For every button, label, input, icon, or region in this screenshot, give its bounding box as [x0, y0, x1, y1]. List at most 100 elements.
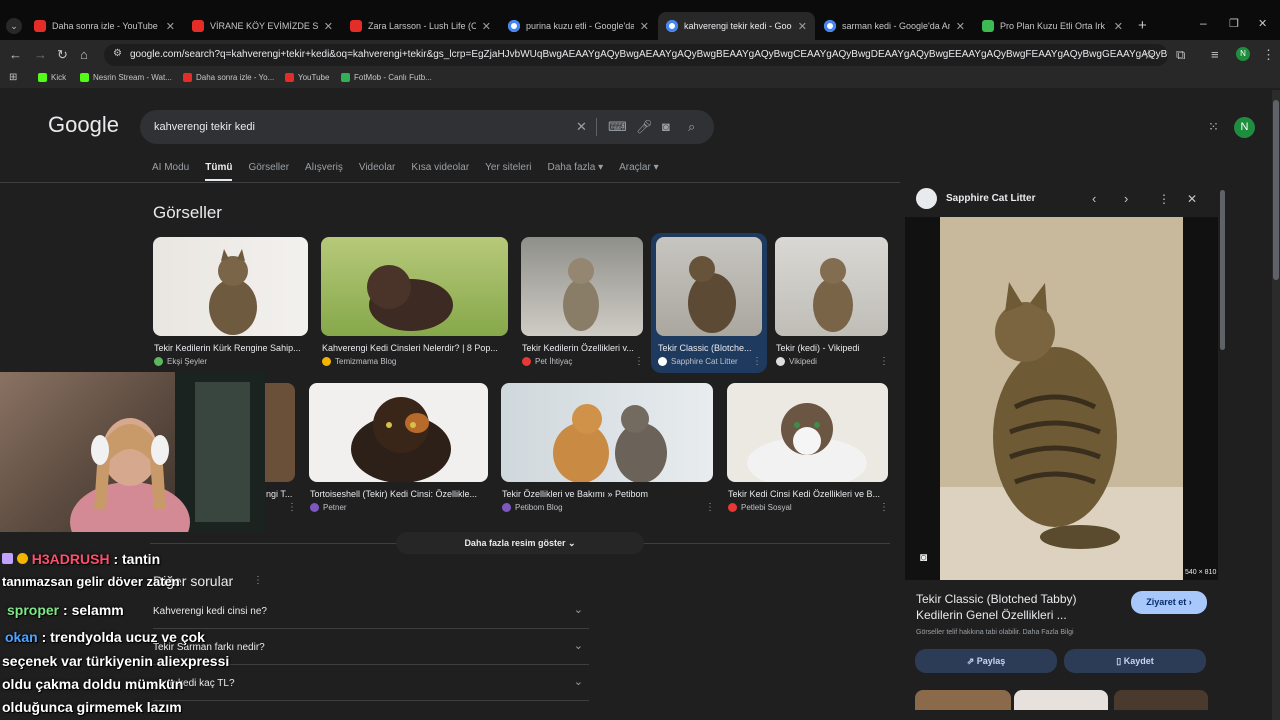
panel-scrollbar[interactable] [1220, 190, 1225, 350]
close-icon[interactable]: ✕ [798, 20, 807, 33]
bookmark-star-icon[interactable]: ☆ [1143, 47, 1155, 63]
close-icon[interactable]: ✕ [1187, 192, 1197, 206]
back-icon[interactable]: ← [9, 47, 22, 62]
save-button[interactable]: ▯ Kaydet [1064, 649, 1206, 673]
question-item[interactable]: ...vru kedi kaç TL? ⌄ [153, 666, 589, 701]
more-options-icon[interactable]: ⋮ [634, 356, 644, 367]
image-caption[interactable]: Tekir (kedi) - Vikipedi [776, 343, 888, 353]
image-result-7[interactable] [309, 383, 488, 482]
google-apps-icon[interactable]: ⁙ [1208, 119, 1219, 135]
image-result-5[interactable] [775, 237, 888, 336]
filter-all[interactable]: Tümü [205, 162, 233, 181]
tab-2[interactable]: Zara Larsson - Lush Life (Offici✕ [342, 12, 499, 40]
menu-icon[interactable]: ⋮ [1262, 47, 1275, 63]
panel-title-line1[interactable]: Tekir Classic (Blotched Tabby) [916, 592, 1077, 606]
bookmark-nesrin[interactable]: Nesrin Stream - Wat... [80, 73, 172, 82]
bookmark-kick[interactable]: Kick [38, 73, 66, 82]
new-tab-button[interactable]: + [1138, 17, 1147, 34]
image-result-4[interactable] [656, 237, 762, 336]
image-caption[interactable]: Tekir Kedi Cinsi Kedi Özellikleri ve B..… [728, 489, 886, 499]
more-options-icon[interactable]: ⋮ [752, 356, 762, 367]
more-options-icon[interactable]: ⋮ [879, 356, 889, 367]
image-source[interactable]: Pet İhtiyaç [522, 357, 572, 366]
more-options-icon[interactable]: ⋮ [287, 502, 297, 513]
panel-source[interactable]: Sapphire Cat Litter [946, 193, 1035, 204]
filter-short-videos[interactable]: Kısa videolar [411, 162, 469, 181]
image-source[interactable]: Petner [310, 503, 347, 512]
close-icon[interactable]: ✕ [956, 20, 965, 33]
related-thumb[interactable] [1114, 690, 1208, 710]
more-options-icon[interactable]: ⋮ [253, 575, 263, 586]
image-caption[interactable]: ngi T... [266, 489, 296, 499]
clear-icon[interactable]: ✕ [576, 119, 587, 135]
image-caption[interactable]: Tekir Özellikleri ve Bakımı » Petibom [502, 489, 712, 499]
media-icon[interactable]: ≡ [1211, 47, 1219, 62]
close-icon[interactable]: ✕ [324, 20, 333, 33]
image-caption[interactable]: Tortoiseshell (Tekir) Kedi Cinsi: Özelli… [310, 489, 486, 499]
lens-icon[interactable]: ◙ [920, 550, 927, 564]
close-icon[interactable]: ✕ [166, 20, 175, 33]
tab-0[interactable]: Daha sonra izle - YouTube ✕ [26, 12, 183, 40]
lens-icon[interactable]: ◙ [662, 119, 670, 134]
site-info-icon[interactable]: ⚙ [113, 48, 122, 59]
forward-icon[interactable]: → [34, 47, 47, 62]
visit-button[interactable]: Ziyaret et › [1131, 591, 1207, 614]
filter-videos[interactable]: Videolar [359, 162, 396, 181]
next-icon[interactable]: › [1124, 191, 1128, 206]
question-item[interactable]: Kahverengi kedi cinsi ne? ⌄ [153, 594, 589, 629]
more-options-icon[interactable]: ⋮ [1158, 192, 1170, 206]
filter-places[interactable]: Yer siteleri [485, 162, 531, 181]
search-input[interactable]: kahverengi tekir kedi [140, 110, 714, 144]
account-avatar[interactable]: N [1234, 117, 1255, 138]
image-result-6[interactable] [265, 383, 295, 482]
page-scrollbar[interactable] [1272, 90, 1280, 720]
close-icon[interactable]: ✕ [640, 20, 649, 33]
image-source[interactable]: Sapphire Cat Litter [658, 357, 738, 366]
image-source[interactable]: Temizmama Blog [322, 357, 396, 366]
previous-icon[interactable]: ‹ [1092, 191, 1096, 206]
tab-5[interactable]: sarman kedi - Google'da Ara ✕ [816, 12, 973, 40]
more-options-icon[interactable]: ⋮ [879, 502, 889, 513]
minimize-icon[interactable]: – [1200, 16, 1207, 30]
image-source[interactable]: Ekşi Şeyler [154, 357, 207, 366]
more-options-icon[interactable]: ⋮ [705, 502, 715, 513]
filter-images[interactable]: Görseller [248, 162, 289, 181]
filter-shopping[interactable]: Alışveriş [305, 162, 343, 181]
image-caption[interactable]: Kahverengi Kedi Cinsleri Nelerdir? | 8 P… [322, 343, 506, 353]
image-result-8[interactable] [501, 383, 713, 482]
address-bar[interactable]: ⚙ google.com/search?q=kahverengi+tekir+k… [104, 44, 1168, 66]
tab-6[interactable]: Pro Plan Kuzu Etli Orta Irk Yetiş✕ [974, 12, 1131, 40]
image-result-3[interactable] [521, 237, 643, 336]
close-window-icon[interactable]: ✕ [1258, 17, 1267, 30]
bookmark-fotmob[interactable]: FotMob - Canlı Futb... [341, 73, 432, 82]
apps-icon[interactable]: ⊞ [9, 72, 17, 83]
more-images-button[interactable]: Daha fazla resim göster ⌄ [396, 532, 644, 554]
image-caption[interactable]: Tekir Kedilerin Özellikleri v... [522, 343, 640, 353]
home-icon[interactable]: ⌂ [80, 47, 88, 62]
close-icon[interactable]: ✕ [482, 20, 491, 33]
tab-1[interactable]: VİRANE KÖY EVİMİZDE SIRADIŞ✕ [184, 12, 341, 40]
panel-title-line2[interactable]: Kedilerin Genel Özellikleri ... [916, 608, 1067, 622]
related-thumb[interactable] [1014, 690, 1108, 710]
bookmark-watch-later[interactable]: Daha sonra izle - Yo... [183, 73, 274, 82]
image-source[interactable]: Petlebi Sosyal [728, 503, 792, 512]
close-icon[interactable]: ✕ [1114, 20, 1123, 33]
image-source[interactable]: Vikipedi [776, 357, 817, 366]
profile-avatar[interactable]: N [1236, 47, 1250, 61]
microphone-icon[interactable]: 🎤︎ [636, 119, 653, 135]
image-caption[interactable]: Tekir Kedilerin Kürk Rengine Sahip... [154, 343, 308, 353]
share-button[interactable]: ⇗ Paylaş [915, 649, 1057, 673]
reload-icon[interactable]: ↻ [57, 47, 68, 63]
tab-4[interactable]: kahverengi tekir kedi - Google ✕ [658, 12, 815, 40]
extensions-icon[interactable]: ⧉ [1176, 47, 1185, 63]
tab-3[interactable]: purina kuzu etli - Google'da Ar✕ [500, 12, 657, 40]
maximize-icon[interactable]: ❐ [1229, 17, 1239, 30]
search-icon[interactable]: ⌕ [688, 119, 695, 135]
image-source[interactable]: Petibom Blog [502, 503, 563, 512]
google-logo[interactable]: Google [48, 112, 119, 138]
filter-more[interactable]: Daha fazla ▾ [548, 162, 604, 181]
keyboard-icon[interactable]: ⌨ [608, 119, 627, 135]
filter-ai-mode[interactable]: AI Modu [152, 162, 189, 181]
bookmark-youtube[interactable]: YouTube [285, 73, 329, 82]
image-result-9[interactable] [727, 383, 888, 482]
